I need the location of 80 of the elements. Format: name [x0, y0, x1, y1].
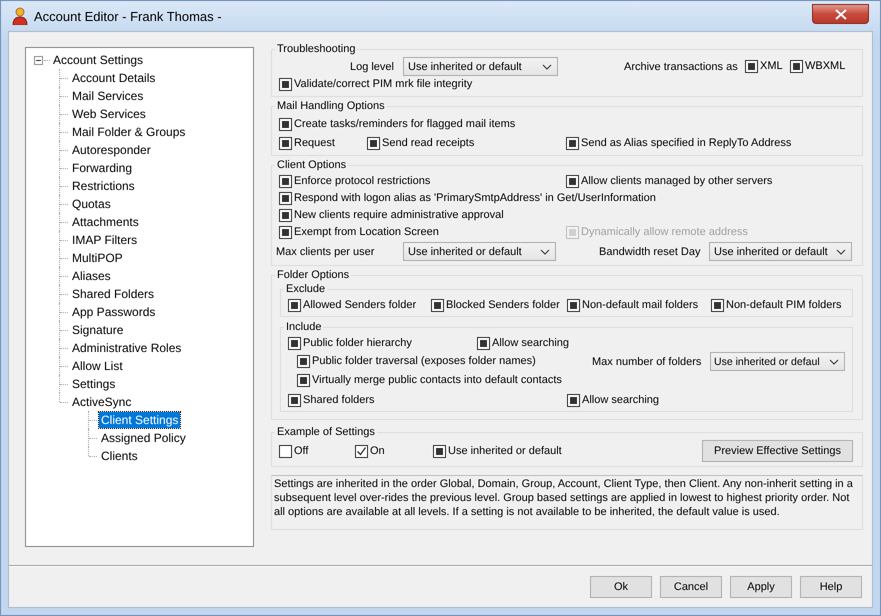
tree-item[interactable]: Web Services — [70, 106, 148, 122]
field-label: Bandwidth reset Day — [599, 246, 702, 258]
checkbox[interactable]: Send read receipts — [367, 136, 566, 150]
checkbox[interactable]: Non-default mail folders — [567, 298, 711, 312]
tree-item[interactable]: Aliases — [70, 268, 113, 284]
field-label: Archive transactions as — [624, 60, 739, 72]
checkbox[interactable]: Public folder traversal (exposes folder names) — [297, 354, 592, 369]
group-title: Client Options — [276, 158, 348, 172]
checkbox[interactable]: XML — [745, 59, 790, 74]
tree-item[interactable]: Account Settings — [51, 52, 146, 68]
checkbox[interactable]: Virtually merge public contacts into default contacts — [297, 372, 562, 388]
checkbox[interactable]: Exempt from Location Screen — [279, 224, 566, 240]
tree-item[interactable]: Clients — [99, 448, 140, 464]
tree-item[interactable]: Signature — [70, 322, 126, 338]
chevron-down-icon — [540, 248, 550, 254]
checkbox[interactable]: Send as Alias specified in ReplyTo Address — [566, 136, 792, 150]
tree-item[interactable]: ActiveSync — [70, 394, 134, 410]
tree-item[interactable]: Forwarding — [70, 160, 134, 176]
dialog-button[interactable]: Ok — [590, 576, 652, 598]
tree-item[interactable]: Assigned Policy — [99, 430, 188, 446]
checkbox[interactable]: Public folder hierarchy — [288, 336, 477, 350]
dialog-button[interactable]: Cancel — [660, 576, 722, 598]
group-title: Troubleshooting — [276, 42, 356, 56]
collapse-icon[interactable] — [34, 56, 43, 64]
checkbox[interactable]: Shared folders — [288, 392, 567, 408]
checkbox[interactable]: Respond with logon alias as 'PrimarySmtpAddress' in Get/UserInformation — [279, 190, 656, 206]
chevron-down-icon — [542, 64, 552, 70]
checkbox[interactable]: New clients require administrative approval — [279, 208, 504, 222]
field-label: Log level — [348, 60, 394, 72]
tree-item[interactable]: Administrative Roles — [70, 340, 184, 356]
checkbox[interactable]: Blocked Senders folder — [431, 298, 567, 312]
push-button[interactable]: Preview Effective Settings — [702, 440, 853, 462]
tree-item[interactable]: Quotas — [70, 196, 113, 212]
checkbox[interactable]: Allowed Senders folder — [288, 298, 431, 312]
checkbox[interactable]: Use inherited or default — [433, 444, 562, 458]
checkbox[interactable]: Allow searching — [567, 392, 660, 408]
field-label: Max clients per user — [276, 246, 376, 258]
checkmark-icon — [356, 446, 367, 456]
checkbox[interactable]: WBXML — [790, 59, 846, 74]
tree-item[interactable]: Settings — [70, 376, 118, 392]
dropdown[interactable]: Use inherited or default — [403, 57, 558, 76]
checkbox[interactable]: Non-default PIM folders — [711, 298, 842, 312]
tree-item[interactable]: Attachments — [70, 214, 141, 230]
description-text: Settings are inherited in the order Global, Domain, Group, Account, Client Type, then Client. Any non-inherit setting in a subsequent level over-rides the previous level. Group based settings are applied in lowest to highest priority order. Not all options are available at all levels. If a setting is not available to be inherited, the default value is used. — [271, 475, 863, 530]
close-button[interactable] — [812, 4, 869, 24]
dropdown[interactable]: Use inherited or defaul — [710, 352, 845, 371]
tree-item[interactable]: Account Details — [70, 70, 158, 86]
tree-item[interactable]: Restrictions — [70, 178, 137, 194]
tree-item[interactable]: App Passwords — [70, 304, 158, 320]
person-icon — [12, 7, 28, 25]
field-label: Max number of folders — [592, 356, 702, 368]
close-icon — [834, 8, 846, 20]
dropdown[interactable]: Use inherited or default — [709, 242, 852, 261]
chevron-down-icon — [829, 358, 839, 364]
chevron-down-icon — [836, 248, 846, 254]
tree-item[interactable]: Mail Services — [70, 88, 146, 104]
checkbox[interactable]: Validate/correct PIM mrk file integrity — [279, 76, 472, 92]
group-title: Exclude — [285, 282, 326, 296]
checkbox[interactable]: Create tasks/reminders for flagged mail items — [279, 116, 516, 132]
window-title: Account Editor - Frank Thomas - — [34, 8, 222, 24]
checkbox[interactable]: Enforce protocol restrictions — [279, 174, 566, 188]
dropdown[interactable]: Use inherited or default — [403, 242, 556, 261]
dialog-button[interactable]: Help — [800, 576, 862, 598]
group-title: Include — [285, 320, 322, 334]
tree-item[interactable]: Autoresponder — [70, 142, 153, 158]
checkbox[interactable]: Allow searching — [477, 336, 570, 350]
checkbox[interactable]: Request — [279, 136, 367, 150]
checkbox[interactable]: Allow clients managed by other servers — [566, 174, 772, 188]
group-title: Example of Settings — [276, 425, 376, 439]
tree-item[interactable]: IMAP Filters — [70, 232, 140, 248]
group-title: Folder Options — [276, 268, 350, 282]
checkbox[interactable]: Off — [279, 444, 355, 458]
tree-item[interactable]: Client Settings — [99, 412, 180, 428]
checkbox[interactable]: On — [355, 444, 433, 458]
dialog-button[interactable]: Apply — [730, 576, 792, 598]
tree-item[interactable]: Mail Folder & Groups — [70, 124, 188, 140]
tree-item[interactable]: Shared Folders — [70, 286, 156, 302]
group-title: Mail Handling Options — [276, 99, 386, 113]
tree-item[interactable]: Allow List — [70, 358, 125, 374]
tree-item[interactable]: MultiPOP — [70, 250, 125, 266]
